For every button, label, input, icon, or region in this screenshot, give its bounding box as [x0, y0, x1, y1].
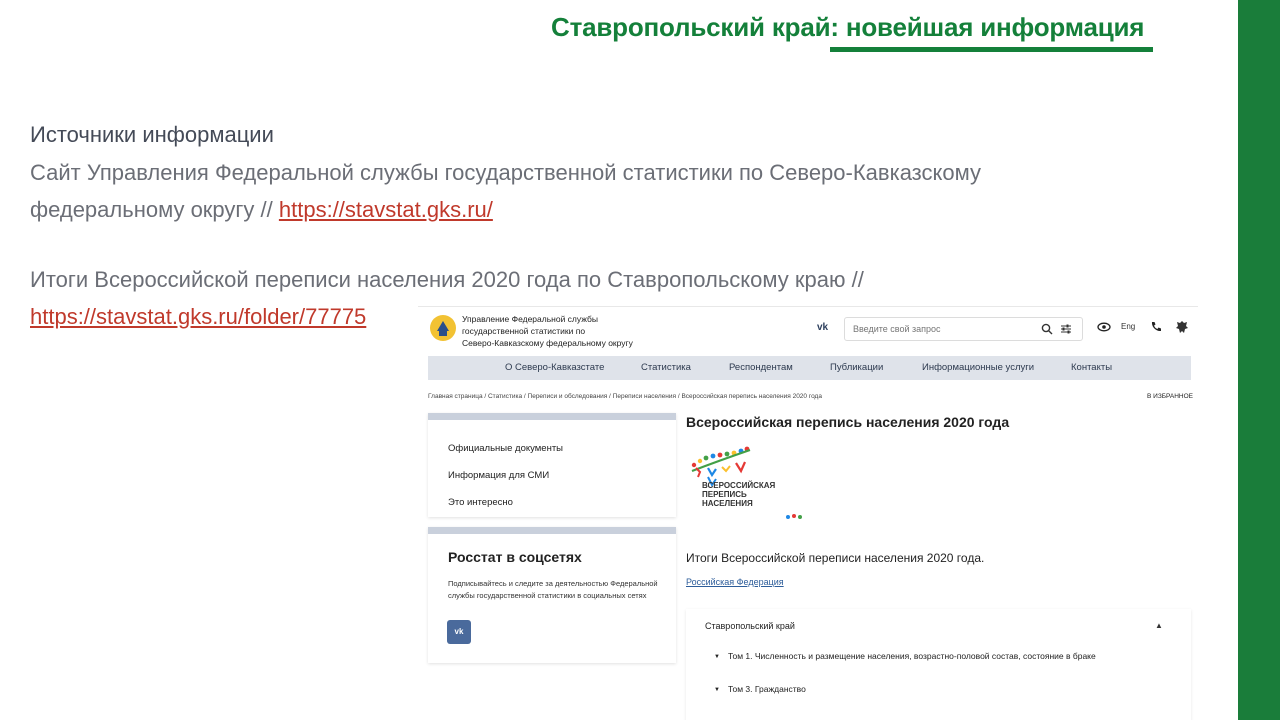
source-2-link[interactable]: https://stavstat.gks.ru/folder/77775 — [30, 304, 366, 329]
rosstat-emblem-icon[interactable] — [428, 313, 458, 343]
side-link-official-docs[interactable]: Официальные документы — [448, 443, 563, 454]
phone-icon[interactable] — [1150, 321, 1162, 333]
results-description: Итоги Всероссийской переписи населения 2… — [686, 551, 985, 565]
census-page-title: Всероссийская перепись населения 2020 го… — [686, 414, 1010, 430]
source-1-prefix: федеральному округу // — [30, 197, 279, 222]
slide-title: Ставропольский край: новейшая информация — [551, 12, 1145, 42]
filter-icon[interactable] — [1060, 323, 1072, 335]
right-accent-bar — [1238, 0, 1280, 720]
org-name-line-1: Управление Федеральной службы — [462, 314, 598, 324]
accordion-header-stavropol[interactable]: Ставропольский край — [705, 621, 795, 631]
logo-line-2: ПЕРЕПИСЬ — [702, 490, 747, 499]
caret-down-icon: ▼ — [714, 687, 720, 693]
accordion-item-volume-1[interactable]: ▼ Том 1. Численность и размещение населен… — [714, 651, 1096, 661]
source-1-link[interactable]: https://stavstat.gks.ru/ — [279, 197, 493, 222]
state-crest-icon[interactable] — [1175, 320, 1189, 334]
language-switch[interactable]: Eng — [1121, 322, 1135, 331]
website-content: Управление Федеральной службы государств… — [418, 307, 1198, 720]
org-name[interactable]: Управление Федеральной службы государств… — [462, 313, 682, 349]
title-underline — [830, 47, 1153, 52]
russian-federation-link[interactable]: Российская Федерация — [686, 577, 784, 587]
nav-item-respondents[interactable]: Респондентам — [729, 362, 793, 373]
caret-down-icon: ▼ — [714, 654, 720, 660]
source-1-line-2: федеральному округу // https://stavstat.… — [30, 191, 981, 228]
chevron-up-icon[interactable]: ▲ — [1155, 621, 1163, 630]
logo-line-3: НАСЕЛЕНИЯ — [702, 499, 753, 508]
nav-item-about[interactable]: О Северо-Кавказстате — [505, 362, 604, 373]
search-icon[interactable] — [1041, 323, 1053, 335]
org-name-line-2: государственной статистики по — [462, 326, 586, 336]
logo-line-1: ВСЕРОССИЙСКАЯ — [702, 481, 776, 490]
add-to-favorites-link[interactable]: В ИЗБРАННОЕ — [1147, 393, 1193, 400]
sources-heading: Источники информации — [30, 122, 274, 147]
source-1-line-1: Сайт Управления Федеральной службы госуд… — [30, 160, 982, 185]
nav-item-contacts[interactable]: Контакты — [1071, 362, 1112, 373]
census-logo-text: ВСЕРОССИЙСКАЯ ПЕРЕПИСЬ НАСЕЛЕНИЯ — [702, 481, 822, 508]
org-name-line-3: Северо-Кавказскому федеральному округу — [462, 338, 633, 348]
accessibility-eye-icon[interactable] — [1097, 322, 1111, 332]
nav-item-statistics[interactable]: Статистика — [641, 362, 691, 373]
website-screenshot: Управление Федеральной службы государств… — [418, 306, 1198, 720]
side-menu-card: Официальные документы Информация для СМИ… — [428, 413, 676, 517]
region-accordion: Ставропольский край ▲ ▼ Том 1. Численност… — [686, 609, 1191, 720]
volume-1-label: Том 1. Численность и размещение населени… — [727, 651, 1096, 661]
nav-item-info-services[interactable]: Информационные услуги — [922, 362, 1034, 373]
search-box[interactable] — [844, 317, 1083, 341]
accordion-item-volume-3[interactable]: ▼ Том 3. Гражданство — [714, 684, 806, 694]
card-top-strip — [428, 413, 676, 420]
card-top-strip — [428, 527, 676, 534]
side-link-interesting[interactable]: Это интересно — [448, 497, 513, 508]
vk-social-button[interactable]: vk — [447, 620, 471, 644]
social-description: Подписывайтесь и следите за деятельность… — [448, 579, 658, 600]
nav-item-publications[interactable]: Публикации — [830, 362, 883, 373]
search-input[interactable] — [853, 322, 1033, 336]
main-nav: О Северо-Кавказстате Статистика Респонде… — [428, 356, 1191, 380]
breadcrumb[interactable]: Главная страница / Статистика / Переписи… — [428, 393, 822, 400]
source-paragraph-1: Сайт Управления Федеральной службы госуд… — [30, 154, 981, 228]
vk-icon[interactable]: vk — [817, 322, 828, 333]
source-2-line-1: Итоги Всероссийской переписи населения 2… — [30, 267, 864, 292]
volume-3-label: Том 3. Гражданство — [727, 684, 806, 694]
side-link-media-info[interactable]: Информация для СМИ — [448, 470, 549, 481]
social-card: Росстат в соцсетях Подписывайтесь и след… — [428, 527, 676, 663]
social-title: Росстат в соцсетях — [448, 549, 582, 565]
